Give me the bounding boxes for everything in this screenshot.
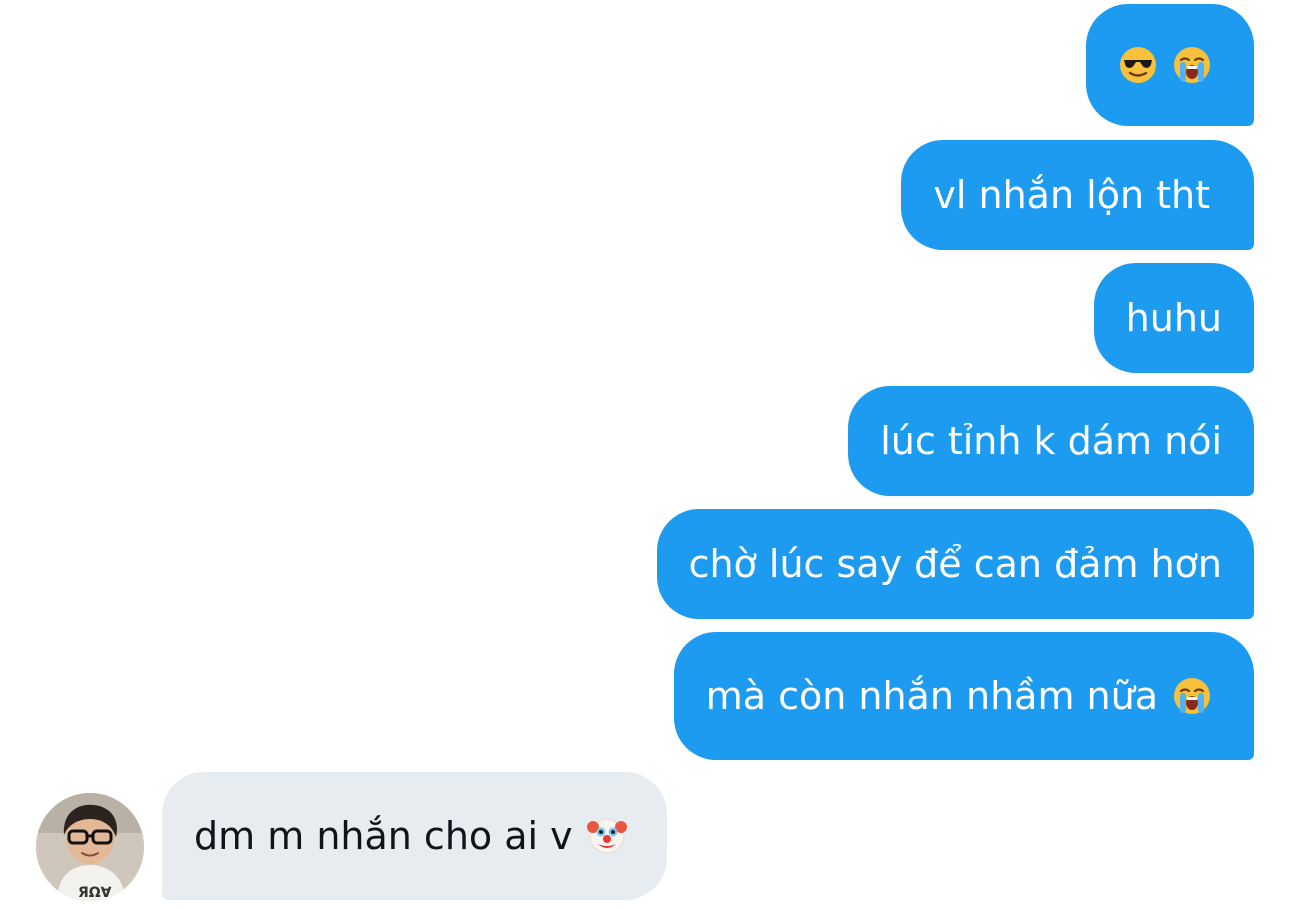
sender-avatar[interactable]: ЯΩ∀ (36, 793, 144, 901)
message-text: dm m nhắn cho ai v (194, 814, 573, 858)
outgoing-message-bubble[interactable]: mà còn nhắn nhầm nữa (673, 632, 1254, 760)
outgoing-message-bubble[interactable]: lúc tỉnh k dám nói (848, 386, 1254, 496)
outgoing-message-bubble[interactable] (1086, 4, 1254, 126)
outgoing-message-bubble[interactable]: chờ lúc say để can đảm hơn (656, 509, 1254, 619)
loudly-crying-face-icon (1172, 45, 1212, 85)
outgoing-message-bubble[interactable]: vl nhắn lộn tht (901, 140, 1254, 250)
loudly-crying-face-icon (1172, 676, 1212, 716)
message-text: vl nhắn lộn tht (933, 173, 1210, 217)
outgoing-message-bubble[interactable]: huhu (1093, 263, 1254, 373)
message-text: lúc tỉnh k dám nói (880, 419, 1222, 463)
message-text: chờ lúc say để can đảm hơn (688, 542, 1222, 586)
smiling-face-with-sunglasses-icon (1118, 45, 1158, 85)
message-thread: vl nhắn lộn tht huhu lúc tỉnh k dám nói … (0, 0, 1290, 909)
svg-text:ЯΩ∀: ЯΩ∀ (78, 885, 112, 901)
message-text: mà còn nhắn nhầm nữa (705, 674, 1158, 718)
message-text: huhu (1125, 296, 1222, 340)
clown-face-icon (586, 816, 627, 856)
incoming-message-bubble[interactable]: dm m nhắn cho ai v (162, 772, 667, 900)
